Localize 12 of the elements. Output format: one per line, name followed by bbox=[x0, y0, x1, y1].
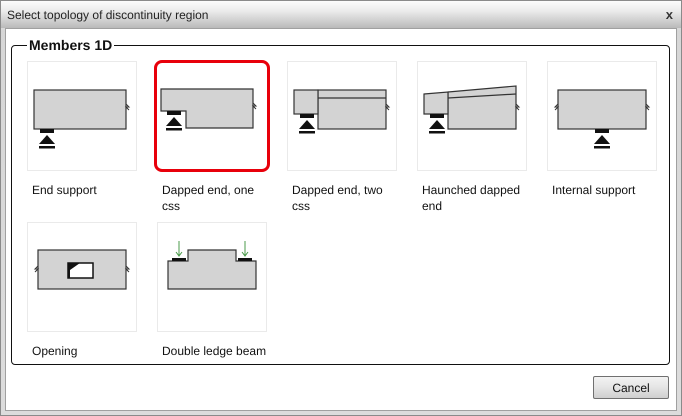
option-label: Internal support bbox=[551, 182, 636, 198]
topology-option[interactable] bbox=[154, 60, 270, 172]
option-label: End support bbox=[31, 182, 98, 198]
option-label: Dapped end, two css bbox=[291, 182, 384, 214]
option-label: Dapped end, one css bbox=[161, 182, 256, 214]
cancel-button[interactable]: Cancel bbox=[593, 376, 669, 399]
option-label: Double ledge beam bbox=[161, 343, 267, 359]
window-title: Select topology of discontinuity region bbox=[7, 8, 208, 22]
option-label: Opening bbox=[31, 343, 78, 359]
group-title: Members 1D bbox=[28, 37, 114, 53]
option-label: Haunched dapped end bbox=[421, 182, 522, 214]
close-button[interactable]: x bbox=[666, 7, 673, 22]
